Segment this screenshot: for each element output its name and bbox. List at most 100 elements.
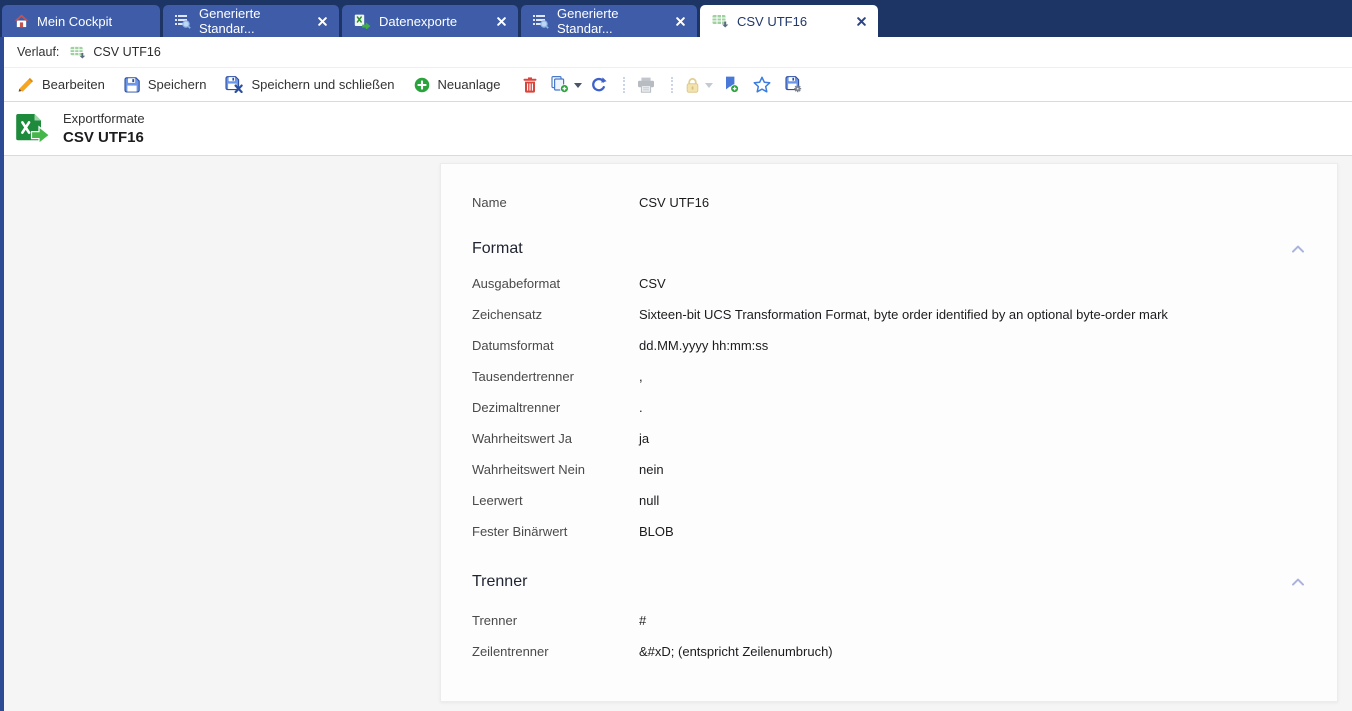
- save-and-close-icon: [225, 76, 244, 93]
- favorite-button[interactable]: [753, 76, 771, 93]
- tab-close-icon[interactable]: [849, 16, 866, 26]
- section-title: Trenner: [472, 573, 528, 590]
- copy-record-button[interactable]: [551, 76, 583, 93]
- field-value: .: [639, 400, 643, 415]
- save-button-label: Speichern: [147, 77, 207, 92]
- copy-dropdown-caret-icon[interactable]: [574, 82, 583, 92]
- field-row-name: Name CSV UTF16: [472, 187, 1307, 218]
- tab-label: Generierte Standar...: [199, 6, 261, 36]
- field-value: BLOB: [639, 524, 674, 539]
- refresh-icon: [590, 76, 608, 93]
- save-and-close-button-label: Speichern und schließen: [251, 77, 395, 92]
- tab-close-icon[interactable]: [310, 16, 327, 26]
- history-item-csv-utf16[interactable]: CSV UTF16: [70, 45, 161, 59]
- field-label: Ausgabeformat: [472, 276, 561, 291]
- save-settings-icon: [785, 76, 802, 93]
- csv-file-icon: [712, 14, 729, 28]
- field-label: Wahrheitswert Nein: [472, 462, 585, 477]
- content-area: Name CSV UTF16 Format Ausgabeformat CSV: [0, 156, 1352, 711]
- collapse-section-button[interactable]: [1289, 243, 1307, 255]
- new-record-button[interactable]: Neuanlage: [414, 77, 501, 93]
- history-label: Verlauf:: [17, 45, 60, 59]
- field-label: Zeichensatz: [472, 307, 543, 322]
- list-search-icon: [533, 14, 549, 29]
- refresh-button[interactable]: [590, 76, 608, 93]
- field-value: &#xD; (entspricht Zeilenumbruch): [639, 644, 833, 659]
- field-row: Dezimaltrenner .: [472, 392, 1307, 423]
- record-header: Exportformate CSV UTF16: [0, 102, 1352, 156]
- tab-close-icon[interactable]: [668, 16, 685, 26]
- save-icon: [124, 76, 140, 93]
- field-value: #: [639, 613, 647, 628]
- tab-datenexporte[interactable]: Datenexporte: [342, 5, 518, 37]
- field-row: Trenner #: [472, 605, 1307, 636]
- field-label: Zeilentrenner: [472, 644, 549, 659]
- chevron-up-icon: [1291, 245, 1305, 253]
- save-and-close-button[interactable]: Speichern und schließen: [225, 76, 395, 93]
- save-button[interactable]: Speichern: [124, 76, 207, 93]
- field-label: Fester Binärwert: [472, 524, 568, 539]
- field-row: Zeilentrenner &#xD; (entspricht Zeilenum…: [472, 636, 1307, 667]
- window-edge-strip: [0, 37, 4, 711]
- toolbar: Bearbeiten Speichern Speichern und schli…: [0, 68, 1352, 102]
- print-button[interactable]: [637, 77, 655, 93]
- field-row: Tausendertrenner ,: [472, 361, 1307, 392]
- field-label: Tausendertrenner: [472, 369, 574, 384]
- field-label: Wahrheitswert Ja: [472, 431, 572, 446]
- field-row: Datumsformat dd.MM.yyyy hh:mm:ss: [472, 330, 1307, 361]
- section-header-trenner: Trenner: [472, 569, 1307, 595]
- field-row: Zeichensatz Sixteen-bit UCS Transformati…: [472, 299, 1307, 330]
- tab-generierte-standard-2[interactable]: Generierte Standar...: [521, 5, 697, 37]
- tab-close-icon[interactable]: [489, 16, 506, 26]
- history-item-label: CSV UTF16: [93, 45, 161, 59]
- tab-label: CSV UTF16: [737, 13, 808, 29]
- edit-button-label: Bearbeiten: [42, 77, 105, 92]
- field-value: ,: [639, 369, 643, 384]
- field-value: dd.MM.yyyy hh:mm:ss: [639, 338, 769, 353]
- field-label: Leerwert: [472, 493, 523, 508]
- home-icon: [14, 14, 29, 28]
- field-row: Ausgabeformat CSV: [472, 268, 1307, 299]
- toolbar-separator: [671, 76, 674, 93]
- field-value: Sixteen-bit UCS Transformation Format, b…: [639, 307, 1168, 322]
- edit-pencil-icon: [17, 77, 34, 93]
- lock-icon: [685, 77, 700, 93]
- section-header-format: Format: [472, 236, 1307, 262]
- tab-generierte-standard-1[interactable]: Generierte Standar...: [163, 5, 339, 37]
- csv-file-icon: [70, 46, 86, 59]
- app-window: Mein Cockpit Generierte Standar... Daten…: [0, 0, 1352, 711]
- tab-label: Generierte Standar...: [557, 6, 619, 36]
- lock-dropdown-caret-icon[interactable]: [705, 82, 714, 92]
- field-row: Wahrheitswert Nein nein: [472, 454, 1307, 485]
- field-value: null: [639, 493, 660, 508]
- chevron-up-icon: [1291, 578, 1305, 586]
- record-title: CSV UTF16: [63, 129, 144, 146]
- delete-trash-icon: [523, 76, 537, 93]
- tab-csv-utf16[interactable]: CSV UTF16: [700, 5, 878, 37]
- tab-mein-cockpit[interactable]: Mein Cockpit: [2, 5, 160, 37]
- field-label: Name: [472, 195, 507, 210]
- history-bar: Verlauf: CSV UTF16: [0, 37, 1352, 68]
- new-record-button-label: Neuanlage: [437, 77, 501, 92]
- save-settings-button[interactable]: [785, 76, 802, 93]
- field-value: CSV UTF16: [639, 195, 710, 210]
- field-row: Fester Binärwert BLOB: [472, 516, 1307, 547]
- field-value: CSV: [639, 276, 666, 291]
- bookmark-button[interactable]: [723, 76, 740, 93]
- print-icon: [637, 77, 655, 93]
- delete-button[interactable]: [523, 76, 537, 93]
- tab-label: Mein Cockpit: [37, 13, 113, 29]
- section-fields-trenner: Trenner # Zeilentrenner &#xD; (entsprich…: [472, 605, 1307, 667]
- tab-bar: Mein Cockpit Generierte Standar... Daten…: [0, 0, 1352, 37]
- section-fields-format: Ausgabeformat CSV Zeichensatz Sixteen-bi…: [472, 268, 1307, 547]
- copy-add-icon: [551, 76, 570, 93]
- record-header-text: Exportformate CSV UTF16: [63, 110, 145, 147]
- field-row: Leerwert null: [472, 485, 1307, 516]
- collapse-section-button[interactable]: [1289, 576, 1307, 588]
- section-title: Format: [472, 240, 523, 257]
- lock-button[interactable]: [685, 77, 714, 93]
- field-value: ja: [639, 431, 650, 446]
- favorite-star-icon: [753, 76, 771, 93]
- field-value: nein: [639, 462, 664, 477]
- edit-button[interactable]: Bearbeiten: [17, 77, 105, 93]
